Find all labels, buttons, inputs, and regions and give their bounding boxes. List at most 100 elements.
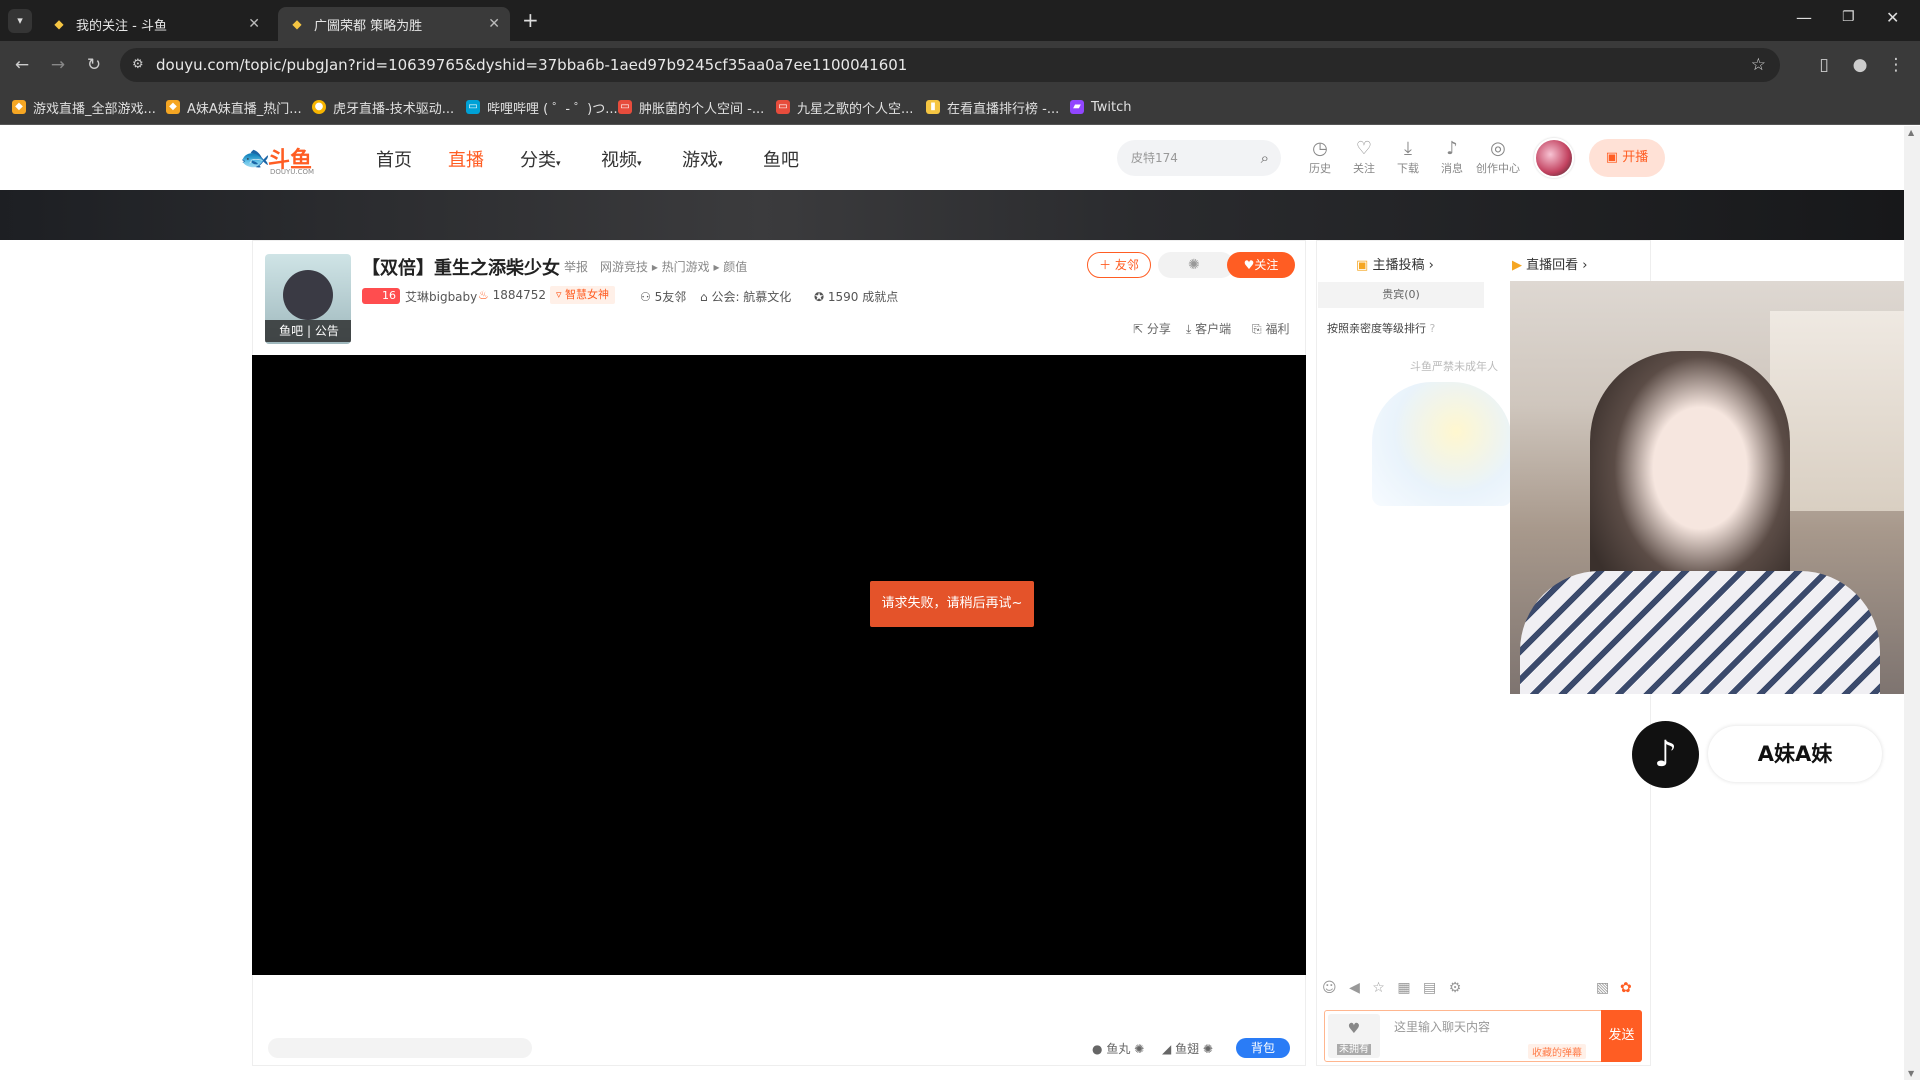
page-scrollbar[interactable]: ▲ ▼ bbox=[1904, 126, 1920, 1080]
anchor-posts-tab[interactable]: ▣ 主播投稿 › bbox=[1356, 254, 1434, 273]
close-icon[interactable]: ✕ bbox=[248, 16, 260, 32]
download-button[interactable]: ⤓ 下载 bbox=[1388, 138, 1428, 176]
hot-number: 1884752 bbox=[492, 288, 547, 302]
bookmark-item[interactable]: ▭ 肿胀菌的个人空间 -... bbox=[618, 98, 764, 117]
nav-video[interactable]: 视频▾ bbox=[601, 146, 642, 172]
settings-icon[interactable]: ⚙ bbox=[1449, 980, 1462, 996]
douyu-logo[interactable]: 🐟 斗鱼 DOUYU.COM bbox=[240, 142, 320, 176]
heart-icon: ♥ bbox=[1243, 258, 1255, 272]
follow-button[interactable]: ♡ 关注 bbox=[1344, 138, 1384, 176]
replay-tab[interactable]: ▶ 直播回看 › bbox=[1512, 254, 1588, 273]
bookmark-label: A妹A妹直播_热门... bbox=[187, 101, 302, 117]
nav-home[interactable]: 首页 bbox=[376, 146, 412, 172]
scroll-down-icon[interactable]: ▼ bbox=[1908, 1069, 1914, 1078]
chat-input[interactable]: 这里输入聊天内容 bbox=[1394, 1018, 1594, 1035]
filter-icon[interactable]: ▧ bbox=[1596, 980, 1609, 996]
sidebar-icon[interactable]: ▯ bbox=[1812, 53, 1836, 77]
tab-current[interactable]: ◆ 广圌荣都 策略为胜 ✕ bbox=[278, 7, 510, 41]
nav-game[interactable]: 游戏▾ bbox=[682, 146, 723, 172]
gift-icon[interactable]: ✿ bbox=[1620, 980, 1632, 996]
fan-badge[interactable]: ♥ 未拥有 bbox=[1328, 1014, 1380, 1058]
search-placeholder: 皮特174 bbox=[1131, 151, 1178, 165]
help-icon[interactable]: ? bbox=[1430, 322, 1436, 335]
room-category[interactable]: 网游竞技 ▸ 热门游戏 ▸ 颜值 bbox=[600, 258, 747, 275]
tab-title: 广圌荣都 策略为胜 bbox=[314, 18, 423, 34]
caret-icon: ▾ bbox=[718, 159, 723, 169]
gift-icon: ⎘ bbox=[1252, 322, 1262, 336]
bookmark-item[interactable]: ▮ 在看直播排行榜 -... bbox=[926, 98, 1059, 117]
emoji-icon[interactable]: ☺ bbox=[1322, 980, 1337, 996]
anchor-name[interactable]: 艾琳bigbaby bbox=[405, 288, 477, 305]
noble-icon[interactable]: ▤ bbox=[1423, 980, 1436, 996]
nav-fishbar[interactable]: 鱼吧 bbox=[763, 146, 799, 172]
collected-danmaku-button[interactable]: 收藏的弹幕 bbox=[1528, 1044, 1586, 1059]
nav-label: 视频 bbox=[601, 150, 637, 171]
close-window-button[interactable]: ✕ bbox=[1886, 8, 1899, 27]
tiktok-name-pill: A妹A妹 bbox=[1708, 726, 1882, 782]
bookmark-label: 九星之歌的个人空... bbox=[797, 101, 914, 117]
friends-text: 5友邻 bbox=[654, 290, 687, 304]
search-icon[interactable]: ⌕ bbox=[1261, 140, 1269, 176]
badge-icon[interactable]: ☆ bbox=[1372, 980, 1385, 996]
settings-toggle[interactable]: ✺ bbox=[1158, 252, 1234, 278]
creator-center-button[interactable]: ◎ 创作中心 bbox=[1474, 138, 1522, 176]
camera-icon: ▣ bbox=[1605, 150, 1619, 165]
minimize-button[interactable]: — bbox=[1796, 8, 1812, 27]
share-button[interactable]: ⇱ 分享 bbox=[1133, 320, 1171, 337]
bookmark-item[interactable]: ▭ 哔哩哔哩 ( ゜- ゜)つ... bbox=[466, 98, 618, 117]
friend-button[interactable]: ＋ 友邻 bbox=[1087, 252, 1151, 278]
star-icon[interactable]: ☆ bbox=[1751, 48, 1766, 82]
site-info-icon[interactable]: ⚙ bbox=[132, 48, 144, 82]
close-icon[interactable]: ✕ bbox=[488, 16, 500, 32]
fishbar-tab[interactable]: 鱼吧 bbox=[279, 324, 303, 338]
client-button[interactable]: ⤓ 客户端 bbox=[1186, 320, 1231, 337]
send-button[interactable]: 发送 bbox=[1601, 1010, 1642, 1062]
url-text: douyu.com/topic/pubgJan?rid=10639765&dys… bbox=[156, 56, 908, 74]
nav-live[interactable]: 直播 bbox=[448, 146, 484, 172]
douyu-icon: ◆ bbox=[54, 17, 64, 31]
post-icon: ▣ bbox=[1356, 258, 1369, 273]
new-tab-button[interactable]: + bbox=[522, 8, 539, 32]
bookmark-item[interactable]: ▭ 九星之歌的个人空... bbox=[776, 98, 914, 117]
anchor-avatar[interactable]: 鱼吧 | 公告 bbox=[265, 254, 351, 344]
bookmark-item[interactable]: ◆ 游戏直播_全部游戏... bbox=[12, 98, 156, 117]
achievement-points: ✪ 1590 成就点 bbox=[814, 288, 898, 305]
megaphone-icon[interactable]: ◀ bbox=[1349, 980, 1360, 996]
tab-my-follow[interactable]: ◆ 我的关注 - 斗鱼 ✕ bbox=[40, 7, 270, 41]
nav-category[interactable]: 分类▾ bbox=[520, 146, 561, 172]
icon-label: 关注 bbox=[1353, 162, 1375, 175]
address-bar[interactable]: ⚙ douyu.com/topic/pubgJan?rid=10639765&d… bbox=[120, 48, 1780, 82]
download-icon: ⤓ bbox=[1186, 322, 1192, 336]
forward-icon[interactable]: → bbox=[46, 53, 70, 77]
bookmark-item[interactable]: ● 虎牙直播-技术驱动... bbox=[312, 98, 454, 117]
bookmark-item[interactable]: ◆ A妹A妹直播_热门... bbox=[166, 98, 302, 117]
bookmark-item[interactable]: ▰ Twitch bbox=[1070, 98, 1132, 116]
avatar[interactable] bbox=[1534, 138, 1574, 178]
bag-button[interactable]: 背包 bbox=[1236, 1038, 1290, 1058]
guests-tab[interactable]: 贵宾(0) bbox=[1318, 282, 1484, 308]
history-button[interactable]: ◷ 历史 bbox=[1300, 138, 1340, 176]
error-message-button[interactable]: 请求失败，请稍后再试~ bbox=[870, 581, 1034, 627]
bookmark-icon: ▮ bbox=[926, 100, 940, 114]
menu-icon[interactable]: ⋮ bbox=[1884, 53, 1908, 77]
open-live-button[interactable]: ▣ 开播 bbox=[1589, 139, 1665, 177]
room-title: 【双倍】重生之添柴少女 bbox=[362, 258, 560, 279]
follow-button[interactable]: ♥关注 bbox=[1227, 252, 1295, 278]
fans-icon[interactable]: ▦ bbox=[1397, 980, 1410, 996]
tab-list-button[interactable]: ▾ bbox=[8, 9, 32, 33]
report-link[interactable]: 举报 bbox=[564, 258, 588, 275]
bilibili-red-icon: ▭ bbox=[618, 100, 632, 114]
search-input[interactable]: 皮特174 ⌕ bbox=[1117, 140, 1281, 176]
back-icon[interactable]: ← bbox=[10, 53, 34, 77]
video-player[interactable]: 请求失败，请稍后再试~ bbox=[252, 355, 1306, 975]
house-icon: ⌂ bbox=[700, 290, 708, 304]
address-bar-row: ← → ↻ ⚙ douyu.com/topic/pubgJan?rid=1063… bbox=[0, 41, 1920, 89]
scroll-up-icon[interactable]: ▲ bbox=[1908, 128, 1914, 137]
welfare-button[interactable]: ⎘ 福利 bbox=[1252, 320, 1289, 337]
notice-tab[interactable]: 公告 bbox=[315, 324, 339, 338]
profile-icon[interactable]: ● bbox=[1848, 53, 1872, 77]
reload-icon[interactable]: ↻ bbox=[82, 53, 106, 77]
message-button[interactable]: ♪ 消息 bbox=[1432, 138, 1472, 176]
guild-info[interactable]: ⌂ 公会: 航慕文化 bbox=[700, 288, 791, 305]
restore-button[interactable]: ❐ bbox=[1842, 9, 1855, 25]
